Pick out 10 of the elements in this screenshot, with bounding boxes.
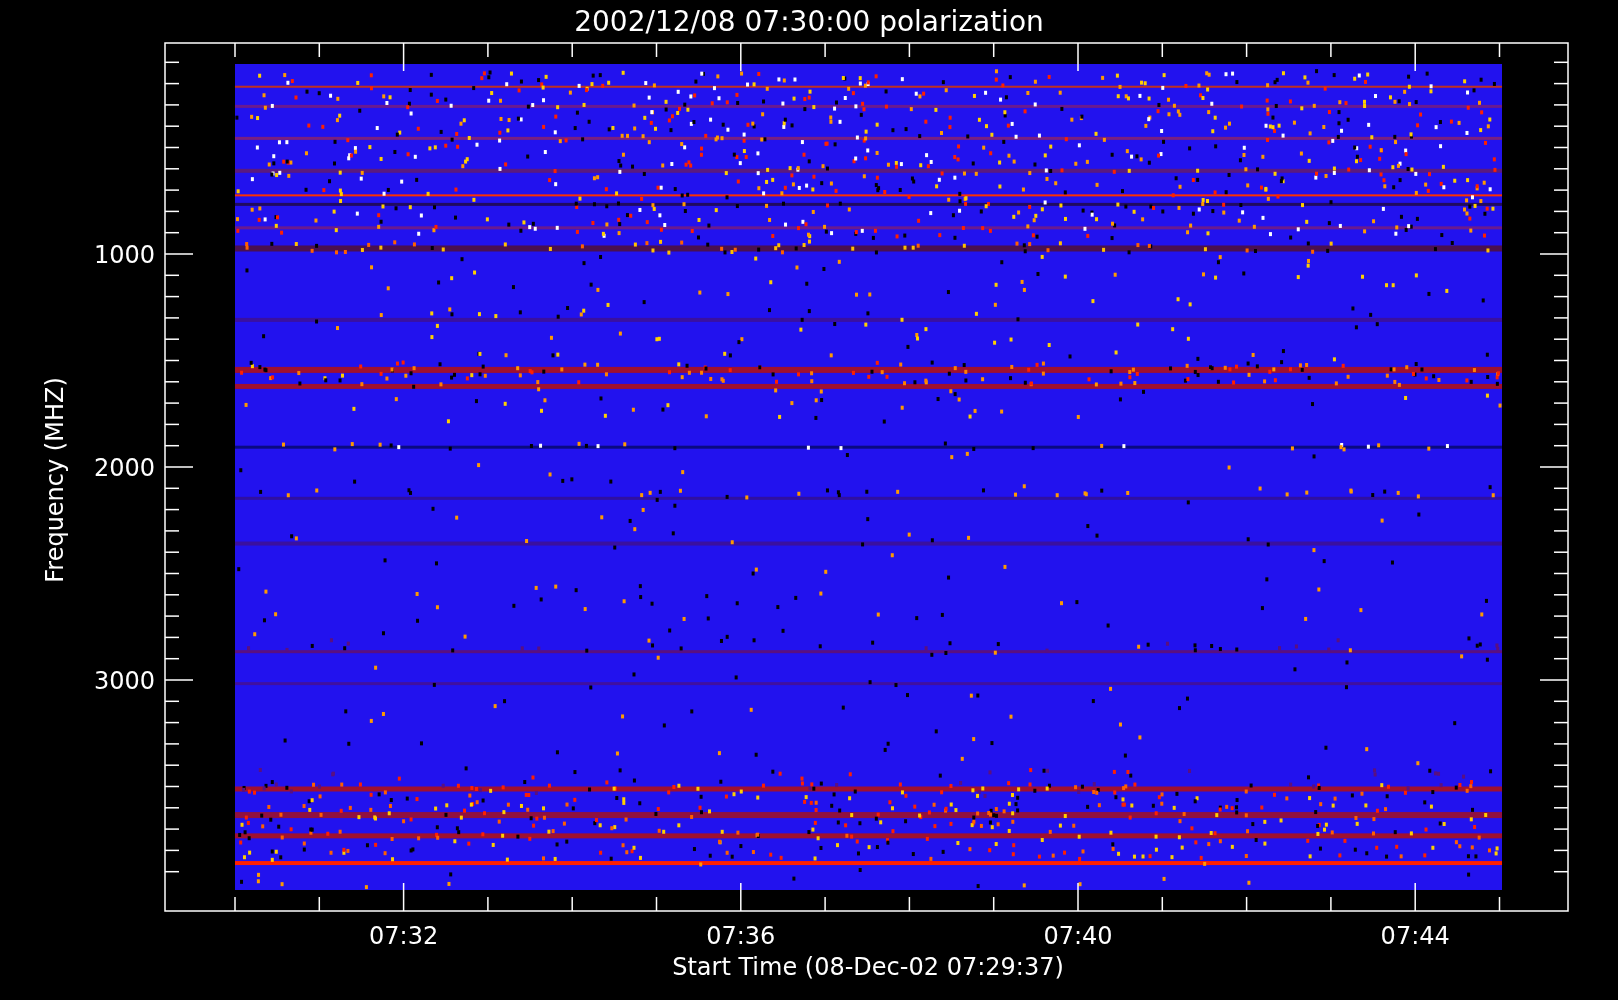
chart-title: 2002/12/08 07:30:00 polarization — [574, 5, 1044, 38]
y-tick-label: 1000 — [93, 241, 155, 269]
y-tick-label: 3000 — [93, 667, 155, 695]
x-tick-label: 07:32 — [369, 922, 439, 950]
x-axis-title: Start Time (08-Dec-02 07:29:37) — [672, 953, 1064, 981]
y-axis-title: Frequency (MHZ) — [41, 377, 69, 583]
x-tick-label: 07:36 — [706, 922, 776, 950]
x-tick-label: 07:44 — [1380, 922, 1450, 950]
y-tick-label: 2000 — [93, 454, 155, 482]
x-tick-label: 07:40 — [1043, 922, 1113, 950]
